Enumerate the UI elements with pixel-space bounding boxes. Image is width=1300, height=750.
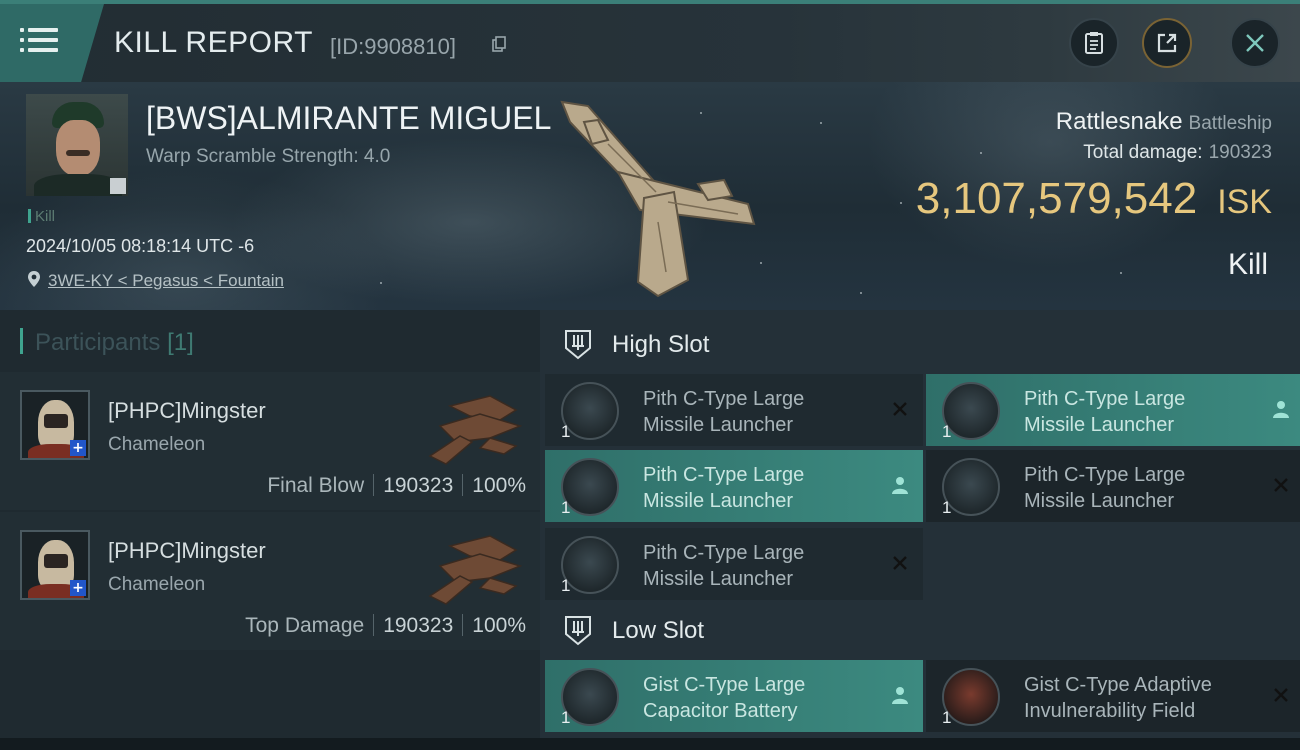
participant-stats: Final Blow 190323 100% <box>267 474 526 497</box>
warp-scramble-strength: Warp Scramble Strength: 4.0 <box>146 146 391 167</box>
add-contact-icon[interactable]: + <box>70 440 86 456</box>
module-item[interactable]: 1 Pith C-Type Large Missile Launcher <box>926 374 1300 446</box>
participant-stats: Top Damage 190323 100% <box>245 614 526 637</box>
dropped-person-icon <box>892 477 908 494</box>
participant-row[interactable]: + [PHPC]Mingster Chameleon Top Damage 190… <box>0 512 540 650</box>
page-title: KILL REPORT <box>114 26 313 59</box>
slot-icon <box>565 330 591 360</box>
participant-name: [PHPC]Mingster <box>108 538 266 563</box>
slot-icon <box>565 616 591 646</box>
high-slot-header: High Slot <box>540 312 1300 378</box>
participant-avatar[interactable]: + <box>20 390 90 460</box>
module-item[interactable]: 1 Gist C-Type Large Capacitor Battery <box>545 660 923 732</box>
ship-name: Rattlesnake Battleship <box>1055 108 1272 135</box>
participants-header: Participants [1] <box>20 328 194 357</box>
close-icon <box>1246 34 1264 52</box>
clipboard-icon <box>1085 32 1103 54</box>
dropped-person-icon <box>892 687 908 704</box>
bottom-edge <box>0 738 1300 750</box>
module-item[interactable]: 1 Pith C-Type Large Missile Launcher <box>926 450 1300 522</box>
close-button[interactable] <box>1230 18 1280 68</box>
participant-ship-image <box>428 535 523 605</box>
menu-icon <box>20 28 58 58</box>
kill-result: Kill <box>1227 248 1268 281</box>
victim-name: [BWS]ALMIRANTE MIGUEL <box>146 100 552 136</box>
module-item[interactable]: 1 Pith C-Type Large Missile Launcher <box>545 528 923 600</box>
add-contact-icon[interactable]: + <box>70 580 86 596</box>
kill-datetime: 2024/10/05 08:18:14 UTC -6 <box>26 236 255 256</box>
kill-report-window: KILL REPORT [ID:9908810] [BWS]ALMIRANTE … <box>0 0 1300 750</box>
ship-class: Battleship <box>1188 113 1272 134</box>
destroyed-x-icon <box>893 556 907 570</box>
destroyed-x-icon <box>893 402 907 416</box>
clipboard-button[interactable] <box>1069 18 1119 68</box>
location-pin-icon <box>28 271 40 287</box>
kill-location-link[interactable]: 3WE-KY < Pegasus < Fountain <box>48 271 284 291</box>
total-damage: Total damage: 190323 <box>1083 142 1272 163</box>
module-item[interactable]: 1 Gist C-Type Adaptive Invulnerability Fi… <box>926 660 1300 732</box>
destroyed-x-icon <box>1274 478 1288 492</box>
participant-ship-image <box>428 395 523 465</box>
share-icon <box>1157 33 1177 53</box>
copy-icon[interactable] <box>492 36 506 52</box>
destroyed-x-icon <box>1274 688 1288 702</box>
victim-avatar[interactable] <box>26 94 128 196</box>
participant-row[interactable]: + [PHPC]Mingster Chameleon Final Blow 190… <box>0 372 540 510</box>
module-item[interactable]: 1 Pith C-Type Large Missile Launcher <box>545 450 923 522</box>
participant-avatar[interactable]: + <box>20 530 90 600</box>
portrait-badge-icon <box>110 178 126 194</box>
report-id: [ID:9908810] <box>330 34 456 59</box>
participant-ship: Chameleon <box>108 574 206 595</box>
low-slot-header: Low Slot <box>540 598 1300 664</box>
victim-ship-image <box>560 100 756 298</box>
dropped-person-icon <box>1273 401 1289 418</box>
share-button[interactable] <box>1142 18 1192 68</box>
participant-ship: Chameleon <box>108 434 206 455</box>
module-item[interactable]: 1 Pith C-Type Large Missile Launcher <box>545 374 923 446</box>
isk-value: 3,107,579,542 ISK <box>915 174 1272 223</box>
participant-name: [PHPC]Mingster <box>108 398 266 423</box>
kill-tag: Kill <box>28 208 55 225</box>
